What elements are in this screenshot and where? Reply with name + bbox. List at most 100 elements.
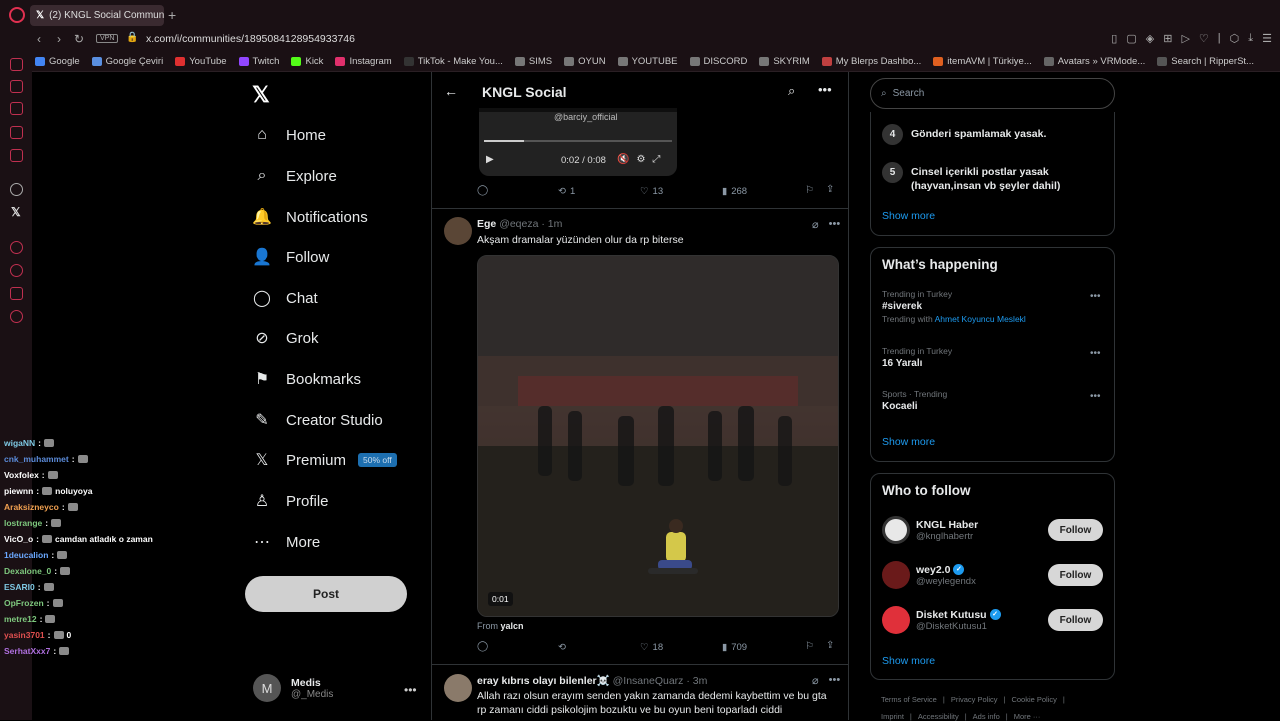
sidebar-x-icon[interactable]: 𝕏: [11, 205, 21, 219]
play-icon[interactable]: ▷: [1181, 32, 1189, 45]
bookmark-item[interactable]: SKYRIM: [759, 56, 810, 67]
views-button[interactable]: ▮ 709: [722, 642, 747, 653]
sidebar-bag-icon[interactable]: [10, 102, 23, 115]
bookmark-icon[interactable]: ⚐: [805, 185, 814, 196]
reply-icon[interactable]: ◯: [477, 185, 488, 196]
sidebar-settings-icon[interactable]: [10, 310, 23, 323]
bookmark-item[interactable]: OYUN: [564, 56, 606, 67]
bookmark-icon[interactable]: ▯: [1111, 32, 1117, 45]
footer-link[interactable]: Terms of Service: [881, 695, 937, 704]
lock-icon[interactable]: 🔒: [126, 32, 138, 43]
follow-button[interactable]: Follow: [1048, 564, 1103, 586]
trend-with-link[interactable]: Ahmet Koyuncu Meslekl: [935, 314, 1026, 324]
bookmark-item[interactable]: itemAVM | Türkiye...: [933, 56, 1032, 67]
show-more-link[interactable]: Show more: [882, 436, 935, 448]
show-more-link[interactable]: Show more: [882, 210, 935, 222]
back-icon[interactable]: ‹: [37, 32, 41, 46]
follow-suggestion[interactable]: KNGL Haber @knglhabertr: [882, 516, 978, 544]
bookmark-item[interactable]: Instagram: [335, 56, 392, 67]
sidebar-extensions-icon[interactable]: [10, 287, 23, 300]
bookmark-icon[interactable]: ⚐: [805, 641, 814, 652]
bookmark-item[interactable]: DISCORD: [689, 56, 747, 67]
nav-item-creator-studio[interactable]: ✎ Creator Studio: [252, 410, 382, 430]
post-button[interactable]: Post: [245, 576, 407, 612]
nav-item-follow[interactable]: 👤 Follow: [252, 247, 329, 267]
browser-tab[interactable]: 𝕏 (2) KNGL Social Communi: [30, 5, 164, 26]
reload-icon[interactable]: ↻: [74, 32, 84, 46]
nav-item-profile[interactable]: ♙ Profile: [252, 491, 329, 511]
nav-item-explore[interactable]: ⌕ Explore: [252, 166, 337, 186]
search-input[interactable]: ⌕ Search: [870, 78, 1115, 109]
views-button[interactable]: ▮ 268: [722, 186, 747, 197]
video-source[interactable]: From yalcn: [477, 621, 524, 631]
sidebar-card-icon[interactable]: [10, 126, 23, 139]
bookmark-item[interactable]: SIMS: [514, 56, 552, 67]
nav-item-bookmarks[interactable]: ⚑ Bookmarks: [252, 369, 361, 389]
nav-item-premium[interactable]: 𝕏 Premium 50% off: [252, 450, 397, 470]
heart-icon[interactable]: ♡: [1199, 32, 1209, 45]
nav-item-notifications[interactable]: 🔔 Notifications: [252, 207, 368, 227]
bookmark-item[interactable]: YouTube: [175, 56, 227, 67]
tweet-author[interactable]: eray kıbrıs olayı bilenler☠️ @InsaneQuar…: [477, 674, 707, 687]
avatar[interactable]: [444, 674, 472, 702]
forward-icon[interactable]: ›: [57, 32, 61, 46]
sidebar-mail-icon[interactable]: [10, 58, 23, 71]
like-button[interactable]: ♡ 13: [640, 186, 663, 197]
footer-link[interactable]: Privacy Policy: [951, 695, 998, 704]
sidebar-app-icon[interactable]: [10, 149, 23, 162]
follow-suggestion[interactable]: wey2.0 ✓ @weylegendx: [882, 561, 976, 589]
grok-icon[interactable]: ⌀: [812, 218, 819, 231]
back-arrow-icon[interactable]: ←: [444, 83, 458, 99]
sidebar-player-icon[interactable]: [10, 241, 23, 254]
sidebar-chatgpt-icon[interactable]: [10, 183, 23, 196]
tweet-author[interactable]: Ege @eqeza · 1m: [477, 218, 562, 230]
bookmark-item[interactable]: My Blerps Dashbo...: [821, 56, 921, 67]
new-tab-icon[interactable]: +: [168, 7, 176, 23]
settings-icon[interactable]: ⚙: [636, 154, 645, 165]
nav-item-chat[interactable]: ◯ Chat: [252, 288, 318, 308]
bookmark-item[interactable]: Avatars » VRMode...: [1043, 56, 1145, 67]
repost-icon[interactable]: ⟲: [558, 642, 566, 653]
bookmark-item[interactable]: TikTok - Make You...: [403, 56, 503, 67]
trend-item[interactable]: Trending in Turkey #siverek Trending wit…: [882, 289, 1026, 324]
more-dots-icon[interactable]: •••: [1090, 291, 1101, 302]
fullscreen-icon[interactable]: ⤢: [652, 154, 660, 165]
follow-button[interactable]: Follow: [1048, 519, 1103, 541]
bookmark-item[interactable]: Twitch: [238, 56, 279, 67]
search-icon[interactable]: ⌕: [788, 83, 795, 99]
bookmark-item[interactable]: Google Çeviri: [91, 56, 163, 67]
nav-item-grok[interactable]: ⊘ Grok: [252, 328, 318, 348]
opera-logo-icon[interactable]: [9, 7, 25, 23]
bookmark-item[interactable]: YOUTUBE: [617, 56, 678, 67]
share-icon[interactable]: ⇪: [826, 184, 834, 195]
menu-icon[interactable]: ☰: [1262, 32, 1272, 45]
trend-item[interactable]: Sports · Trending Kocaeli: [882, 389, 947, 412]
follow-button[interactable]: Follow: [1048, 609, 1103, 631]
url-field[interactable]: x.com/i/communities/1895084128954933746: [146, 33, 355, 45]
more-dots-icon[interactable]: •••: [829, 674, 841, 687]
more-dots-icon[interactable]: •••: [818, 82, 832, 97]
more-dots-icon[interactable]: •••: [829, 218, 841, 231]
tweet-video[interactable]: 0:01: [477, 255, 839, 617]
avatar[interactable]: [444, 217, 472, 245]
more-dots-icon[interactable]: •••: [404, 683, 417, 697]
footer-link[interactable]: Cookie Policy: [1011, 695, 1056, 704]
x-logo-icon[interactable]: 𝕏: [252, 82, 270, 108]
play-icon[interactable]: ▶: [486, 154, 494, 165]
download-icon[interactable]: ⤓: [1248, 32, 1253, 45]
trend-item[interactable]: Trending in Turkey 16 Yaralı: [882, 346, 952, 369]
extensions-icon[interactable]: ⬡: [1230, 32, 1240, 45]
account-switcher[interactable]: M Medis @_Medis: [253, 674, 333, 702]
more-dots-icon[interactable]: •••: [1090, 391, 1101, 402]
snapshot-icon[interactable]: ▢: [1126, 32, 1136, 45]
sidebar-history-icon[interactable]: [10, 264, 23, 277]
bookmark-item[interactable]: Search | RipperSt...: [1157, 56, 1254, 67]
translate-icon[interactable]: ⊞: [1163, 32, 1172, 45]
shield-icon[interactable]: ◈: [1146, 32, 1154, 45]
bookmark-item[interactable]: Google: [35, 56, 80, 67]
grok-icon[interactable]: ⌀: [812, 674, 819, 687]
nav-item-more[interactable]: ⋯ More: [252, 532, 320, 552]
nav-item-home[interactable]: ⌂ Home: [252, 125, 326, 145]
show-more-link[interactable]: Show more: [882, 655, 935, 667]
reply-icon[interactable]: ◯: [477, 641, 488, 652]
